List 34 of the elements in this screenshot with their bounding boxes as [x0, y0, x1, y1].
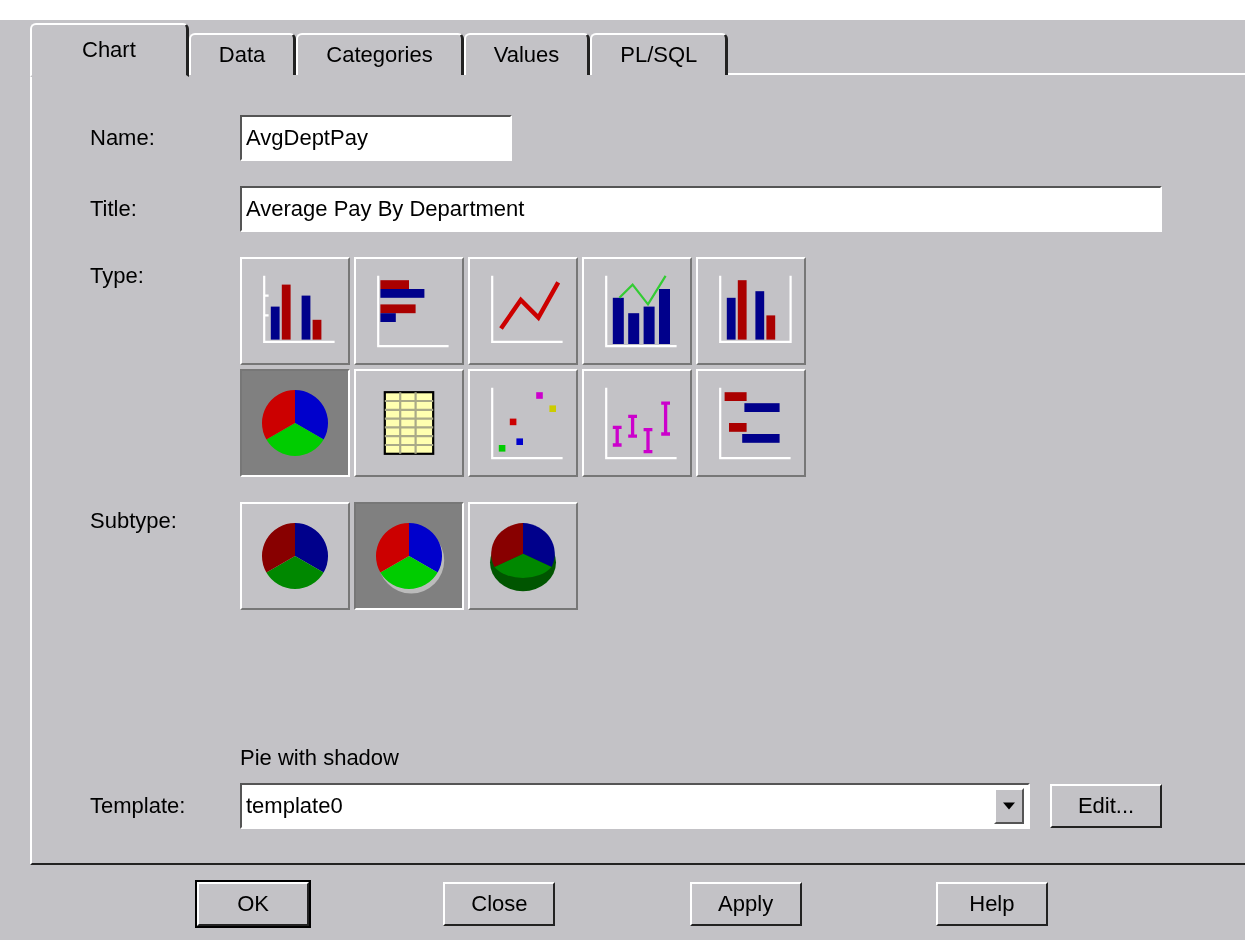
pie-chart-icon — [262, 390, 328, 456]
name-label: Name: — [90, 125, 156, 151]
tab[interactable]: Values — [463, 33, 591, 75]
scatter-chart-icon — [491, 387, 563, 460]
dialog-button[interactable]: Close — [443, 882, 556, 926]
column-chart-icon — [719, 275, 792, 343]
dialog-button[interactable]: OK — [197, 882, 310, 926]
table-icon — [383, 391, 435, 455]
type-label: Type: — [90, 262, 145, 289]
combo-chart-icon — [605, 275, 677, 348]
gantt-chart-icon — [719, 387, 791, 460]
chart-subtype-button[interactable] — [354, 502, 464, 610]
subtype-description: Pie with shadow — [239, 745, 400, 771]
pie-chart-icon — [262, 523, 328, 589]
pie-chart-icon — [490, 523, 556, 592]
title-field[interactable]: Average Pay By Department — [240, 186, 1162, 232]
template-label: Template: — [90, 793, 187, 819]
template-dropdown[interactable]: template0 — [240, 783, 1030, 829]
tab[interactable]: Chart — [30, 23, 189, 77]
chart-type-button[interactable] — [240, 369, 350, 477]
edit-button[interactable]: Edit... — [1050, 784, 1162, 828]
dialog-button[interactable]: Apply — [689, 882, 802, 926]
tab[interactable]: Data — [188, 33, 297, 75]
tab[interactable]: Categories — [296, 33, 464, 75]
tab[interactable]: PL/SQL — [590, 33, 729, 75]
line-chart-icon — [491, 275, 563, 343]
dialog-button[interactable]: Help — [935, 882, 1048, 926]
column-chart-icon — [263, 274, 336, 343]
error-bar-chart-icon — [605, 387, 677, 460]
bar-chart-icon — [377, 275, 449, 348]
title-label: Title: — [90, 196, 138, 222]
pie-chart-icon — [376, 523, 445, 594]
subtype-label: Subtype: — [90, 507, 178, 534]
name-field[interactable]: AvgDeptPay — [240, 115, 512, 161]
